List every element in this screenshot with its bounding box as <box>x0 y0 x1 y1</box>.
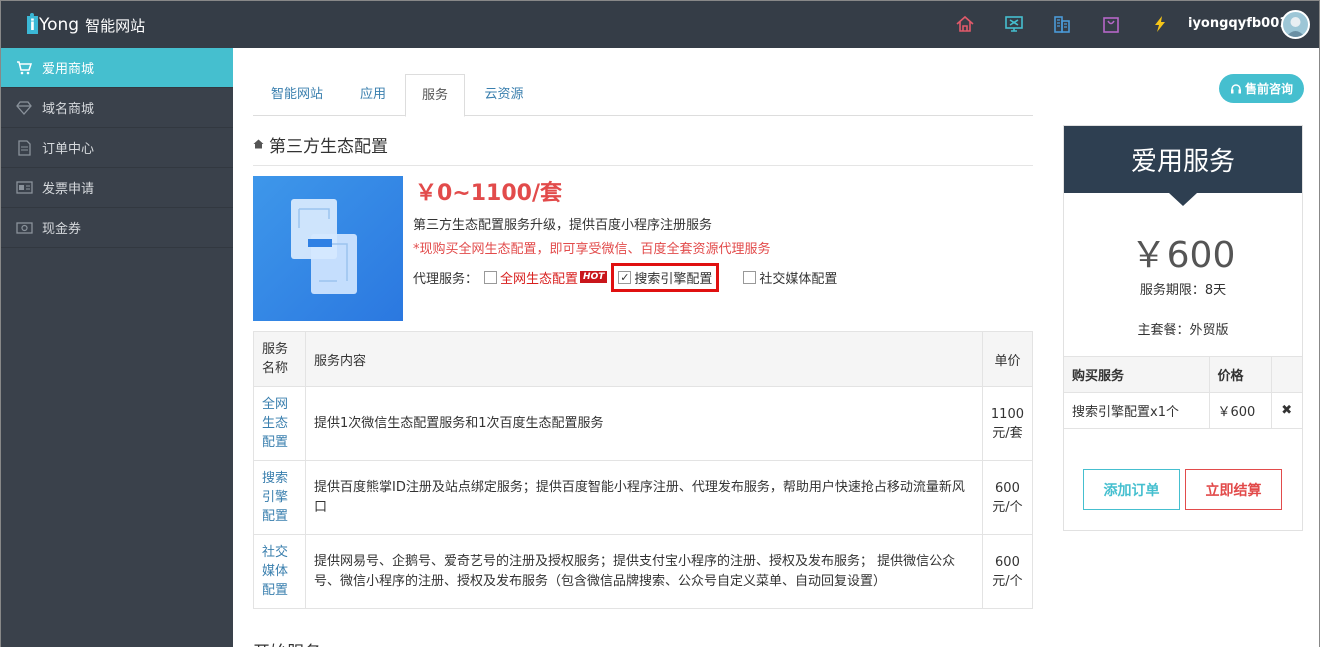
row-unit-price: 600元/个 <box>981 534 1034 609</box>
checkbox[interactable] <box>743 270 757 284</box>
remove-icon[interactable]: ✖ <box>1270 392 1302 429</box>
next-section-title-partial: 开始服务 <box>253 638 321 647</box>
header-purchased-service: 购买服务 <box>1064 356 1209 393</box>
monitor-icon[interactable] <box>1003 13 1025 35</box>
cart-icon <box>15 60 33 76</box>
panel-title: 爱用服务 <box>1064 126 1302 206</box>
logo[interactable]: i Yong 智能网站 <box>27 13 145 37</box>
sidebar-item-label: 域名商城 <box>42 102 95 117</box>
logo-subtitle: 智能网站 <box>85 16 146 35</box>
sidebar: 爱用商城 域名商城 订单中心 发票申请 现金券 <box>1 48 233 647</box>
product-price: ￥0~1100/套 <box>415 181 563 206</box>
logo-mark: i <box>27 13 38 34</box>
product-description: 第三方生态配置服务升级，提供百度小程序注册服务 <box>413 218 713 233</box>
invoice-icon <box>15 180 33 196</box>
row-service-name[interactable]: 搜索引擎配置 <box>253 460 306 535</box>
checkout-button[interactable]: 立即结算 <box>1185 469 1282 510</box>
option-label: 全网生态配置 <box>500 271 579 287</box>
add-order-button[interactable]: 添加订单 <box>1083 469 1180 510</box>
product-image <box>253 176 403 321</box>
sidebar-item-orders[interactable]: 订单中心 <box>1 128 233 168</box>
row-service-name[interactable]: 全网生态配置 <box>253 386 306 461</box>
header-service-name: 服务名称 <box>253 331 306 387</box>
table-row: 搜索引擎配置 提供百度熊掌ID注册及站点绑定服务；提供百度智能小程序注册、代理发… <box>253 460 1034 535</box>
header-unit-price: 单价 <box>981 331 1034 387</box>
sidebar-item-invoice[interactable]: 发票申请 <box>1 168 233 208</box>
sidebar-item-label: 发票申请 <box>42 182 95 197</box>
headset-icon <box>1230 83 1241 93</box>
header-service-content: 服务内容 <box>305 331 983 387</box>
section-heading: 第三方生态配置 <box>253 132 1033 166</box>
avatar[interactable] <box>1281 10 1310 39</box>
diamond-icon <box>15 100 33 116</box>
row-service-content: 提供1次微信生态配置服务和1次百度生态配置服务 <box>305 386 983 461</box>
consult-label: 售前咨询 <box>1244 82 1293 96</box>
checkbox[interactable] <box>484 270 498 284</box>
option-full-ecology[interactable]: 全网生态配置 HOT <box>484 268 608 287</box>
username[interactable]: iyongqyfb001 <box>1188 16 1288 31</box>
home-small-icon <box>253 139 264 149</box>
purchase-header-row: 购买服务 价格 <box>1064 356 1302 393</box>
checkbox-checked[interactable]: ✓ <box>618 270 632 284</box>
table-header-row: 服务名称 服务内容 单价 <box>253 331 1034 387</box>
top-bar: i Yong 智能网站 iyongqyfb001 <box>1 1 1319 48</box>
option-search-engine[interactable]: ✓ 搜索引擎配置 <box>611 262 720 292</box>
document-icon <box>15 139 33 156</box>
header-empty <box>1270 356 1302 393</box>
row-service-content: 提供百度熊掌ID注册及站点绑定服务；提供百度智能小程序注册、代理发布服务，帮助用… <box>305 460 983 535</box>
tab-services[interactable]: 服务 <box>405 74 465 117</box>
option-social-media[interactable]: 社交媒体配置 <box>743 268 837 287</box>
building-icon[interactable] <box>1051 13 1073 35</box>
panel-price: ￥600 <box>1130 235 1236 276</box>
row-unit-price: 1100元/套 <box>981 386 1034 461</box>
tab-cloud-resources[interactable]: 云资源 <box>465 74 543 116</box>
row-service-name[interactable]: 社交媒体配置 <box>253 534 306 609</box>
table-row: 全网生态配置 提供1次微信生态配置服务和1次百度生态配置服务 1100元/套 <box>253 386 1034 461</box>
sidebar-item-label: 现金券 <box>42 222 82 237</box>
proxy-service-options: 代理服务： 全网生态配置 HOT ✓ 搜索引擎配置 社交媒体配置 <box>413 262 837 292</box>
sidebar-item-mall[interactable]: 爱用商城 <box>1 48 233 88</box>
service-table: 服务名称 服务内容 单价 全网生态配置 提供1次微信生态配置服务和1次百度生态配… <box>253 331 1034 609</box>
section-title: 第三方生态配置 <box>269 137 388 157</box>
bag-icon[interactable] <box>1100 13 1122 35</box>
presales-consult-button[interactable]: 售前咨询 <box>1219 74 1304 103</box>
header-price: 价格 <box>1208 356 1271 393</box>
purchase-service-name: 搜索引擎配置x1个 <box>1064 392 1209 429</box>
home-icon[interactable] <box>954 13 976 35</box>
row-service-content: 提供网易号、企鹅号、爱奇艺号的注册及授权服务；提供支付宝小程序的注册、授权及发布… <box>305 534 983 609</box>
tab-bar: 智能网站 应用 服务 云资源 <box>253 74 1033 117</box>
row-unit-price: 600元/个 <box>981 460 1034 535</box>
tab-smart-website[interactable]: 智能网站 <box>253 74 341 116</box>
order-summary-panel: 爱用服务 ￥600 服务期限：8天 主套餐：外贸版 购买服务 价格 搜索引擎配置… <box>1063 125 1303 531</box>
coupon-icon <box>15 220 33 236</box>
main-content: 智能网站 应用 服务 云资源 售前咨询 第三方生态配置 ￥0~1100/套 第三… <box>233 48 1319 647</box>
sidebar-item-coupon[interactable]: 现金券 <box>1 208 233 248</box>
service-period: 服务期限：8天 <box>1139 283 1227 298</box>
purchase-table: 购买服务 价格 搜索引擎配置x1个 ￥600 ✖ <box>1064 356 1302 429</box>
product-promo-note: *现购买全网生态配置，即可享受微信、百度全套资源代理服务 <box>413 242 771 257</box>
option-label: 搜索引擎配置 <box>634 271 713 287</box>
proxy-label: 代理服务： <box>413 271 479 287</box>
option-label: 社交媒体配置 <box>759 271 838 287</box>
sidebar-item-domain[interactable]: 域名商城 <box>1 88 233 128</box>
purchase-price: ￥600 <box>1208 392 1271 429</box>
main-plan: 主套餐：外贸版 <box>1137 323 1229 338</box>
purchase-row: 搜索引擎配置x1个 ￥600 ✖ <box>1064 392 1302 429</box>
tab-apps[interactable]: 应用 <box>341 74 405 116</box>
sidebar-item-label: 订单中心 <box>42 142 95 157</box>
table-row: 社交媒体配置 提供网易号、企鹅号、爱奇艺号的注册及授权服务；提供支付宝小程序的注… <box>253 534 1034 609</box>
hot-badge: HOT <box>580 271 608 283</box>
sidebar-item-label: 爱用商城 <box>42 62 95 77</box>
lightning-icon[interactable] <box>1149 13 1171 35</box>
logo-brand: Yong <box>39 15 80 35</box>
